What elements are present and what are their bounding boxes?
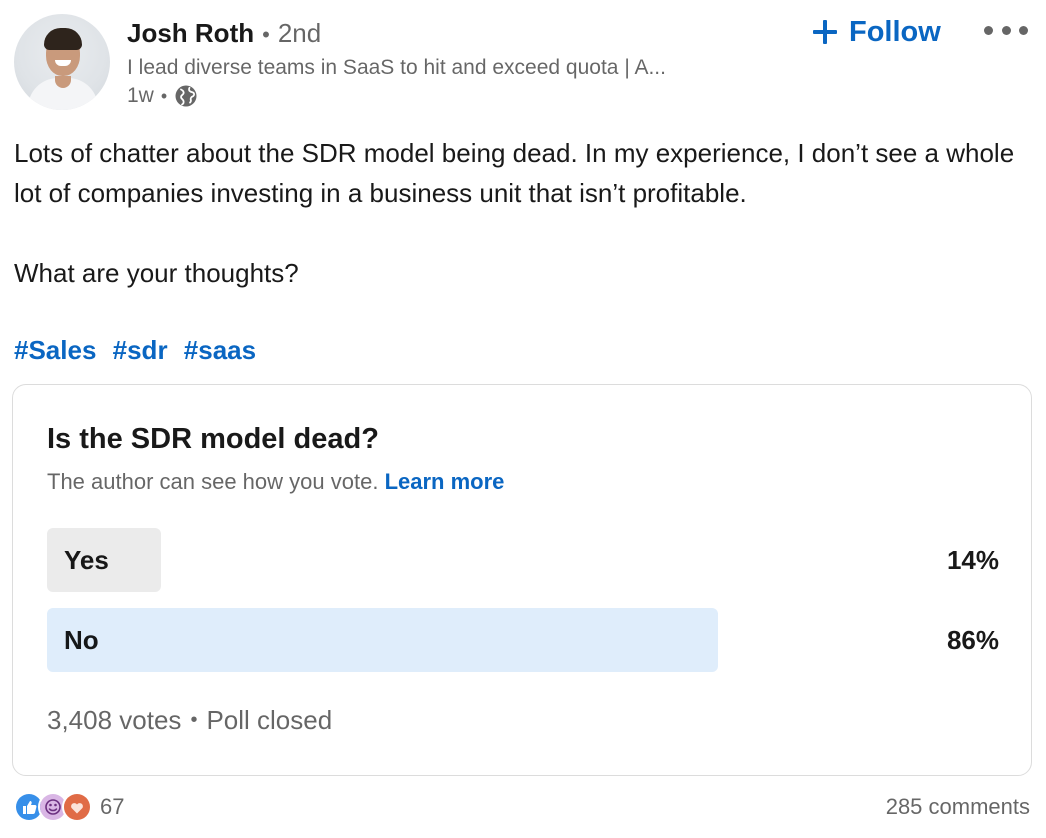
poll-option-percent: 86% [946, 625, 999, 655]
more-options-button[interactable] [984, 18, 1028, 42]
love-icon [62, 792, 92, 822]
poll-privacy-note: The author can see how you vote. Learn m… [47, 469, 504, 495]
connection-degree: 2nd [277, 18, 322, 48]
poll-question: Is the SDR model dead? [47, 423, 379, 455]
avatar-hair [44, 28, 82, 50]
post-meta: 1w • [127, 84, 198, 108]
poll-option-bar [47, 608, 718, 672]
poll-status: Poll closed [206, 705, 333, 735]
post-text: Lots of chatter about the SDR model bein… [14, 133, 1034, 293]
hashtag-link[interactable]: #sdr [113, 335, 168, 365]
author-headline: I lead diverse teams in SaaS to hit and … [127, 56, 666, 79]
social-counts: 67 285 comments [14, 790, 1030, 824]
poll-option-no: No 86% [47, 608, 999, 672]
post-time: 1w [127, 84, 154, 107]
follow-button[interactable]: Follow [812, 12, 941, 52]
author-name-row: Josh Roth • 2nd [127, 18, 321, 49]
reaction-count: 67 [100, 794, 125, 819]
ellipsis-icon [1019, 25, 1028, 35]
reactions-summary[interactable]: 67 [14, 792, 124, 822]
author-name[interactable]: Josh Roth [127, 18, 254, 49]
plus-icon [812, 19, 838, 45]
poll-footer: 3,408 votes • Poll closed [47, 705, 332, 736]
poll-option-label: Yes [64, 545, 109, 575]
poll-option-yes: Yes 14% [47, 528, 999, 592]
separator-dot: • [262, 22, 270, 47]
separator-dot: • [160, 85, 168, 106]
globe-icon [174, 84, 198, 108]
follow-label: Follow [849, 15, 941, 48]
comments-count-link[interactable]: 285 comments [886, 794, 1030, 820]
poll-option-label: No [64, 625, 99, 655]
poll-card: Is the SDR model dead? The author can se… [12, 384, 1032, 776]
ellipsis-icon [984, 25, 993, 35]
poll-option-percent: 14% [946, 545, 999, 575]
separator-dot: • [190, 709, 198, 731]
post-paragraph: Lots of chatter about the SDR model bein… [14, 138, 1015, 208]
ellipsis-icon [1001, 25, 1011, 35]
hashtag-link[interactable]: #Sales [14, 335, 96, 365]
author-avatar[interactable] [14, 14, 110, 110]
hashtag-list: #Sales #sdr #saas [14, 330, 265, 370]
post-paragraph: What are your thoughts? [14, 258, 299, 288]
learn-more-link[interactable]: Learn more [385, 469, 505, 494]
poll-note-text: The author can see how you vote. [47, 469, 379, 494]
hashtag-link[interactable]: #saas [184, 335, 256, 365]
poll-vote-count[interactable]: 3,408 votes [47, 705, 181, 736]
